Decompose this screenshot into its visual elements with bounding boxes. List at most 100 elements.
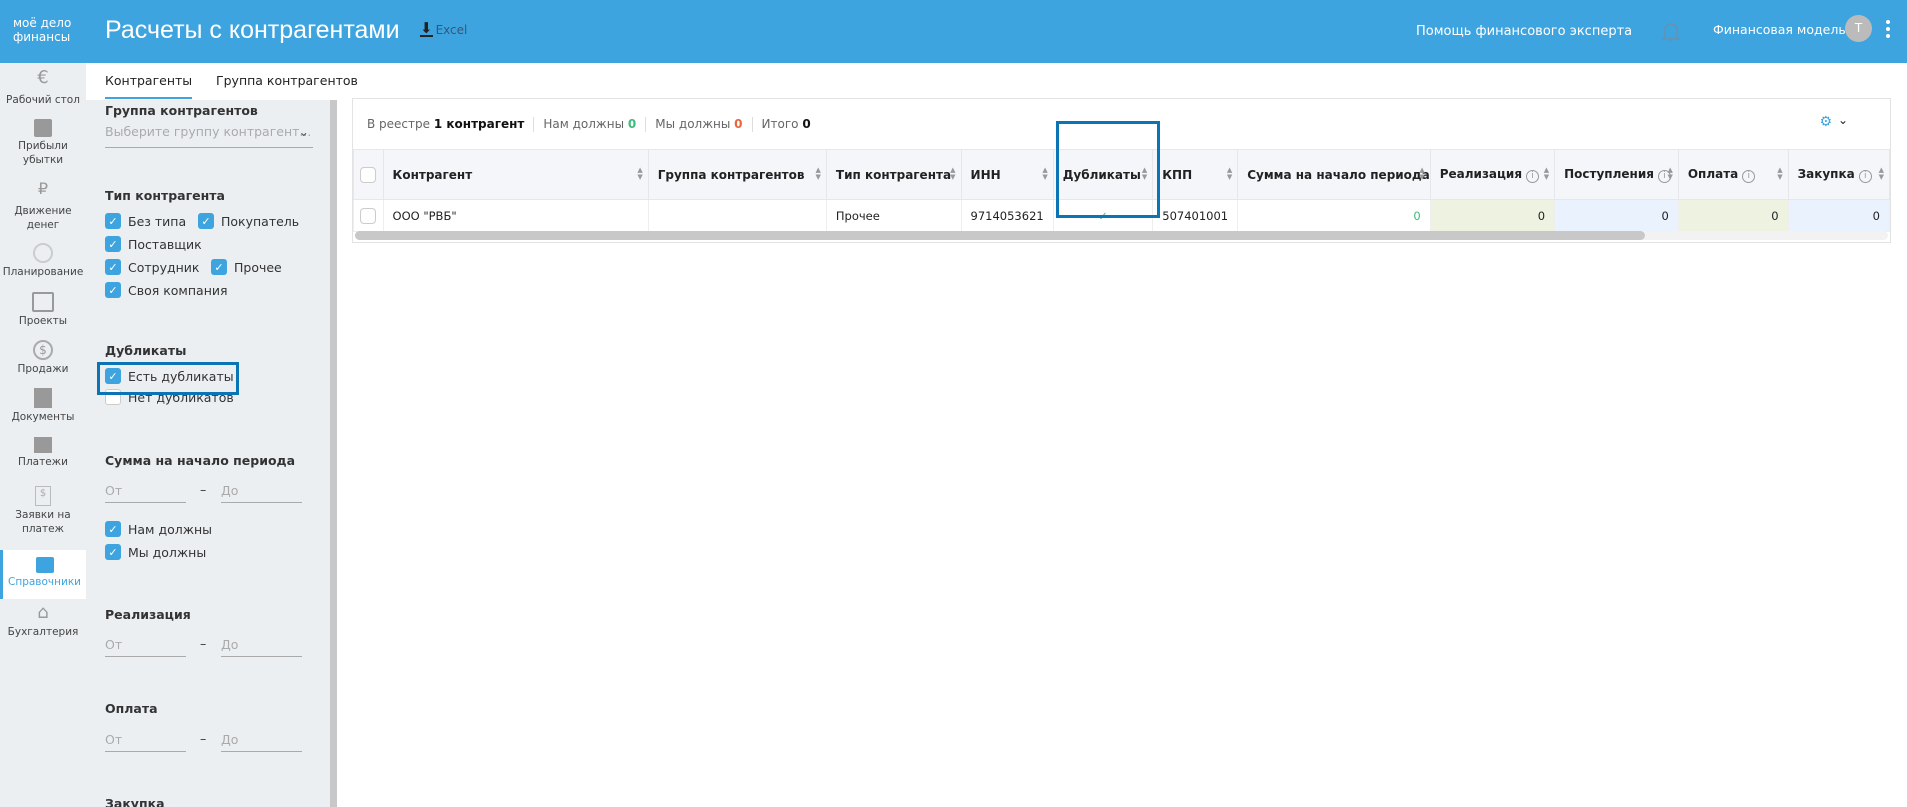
counterparties-table-card: В реестре 1 контрагент Нам должны 0 Мы д… <box>352 98 1891 243</box>
sort-icon: ▲ ▼ <box>1042 166 1048 181</box>
range-dash: – <box>200 731 207 746</box>
payment-to-input[interactable]: До <box>221 732 302 752</box>
we-owe-total: Мы должны 0 <box>655 117 743 131</box>
tab-counterparty-groups[interactable]: Группа контрагентов <box>216 73 358 88</box>
sidebar-item-payments[interactable]: Платежи <box>0 437 86 469</box>
sidebar-item-accounting[interactable]: ⌂ Бухгалтерия <box>0 603 86 639</box>
filter-group-title: Группа контрагентов <box>105 103 258 118</box>
sidebar-item-dashboard[interactable]: € Рабочий стол <box>0 69 86 107</box>
document-icon <box>34 388 52 408</box>
start-sum-from-input[interactable]: От <box>105 483 186 503</box>
filter-type-title: Тип контрагента <box>105 188 225 203</box>
owed-to-us-checkbox[interactable]: ✓ Нам должны <box>105 521 212 537</box>
sidebar-label: Прибыли убытки <box>18 140 68 166</box>
sort-icon: ▲ ▼ <box>950 166 956 181</box>
highlight-box <box>97 362 239 395</box>
row-checkbox[interactable] <box>353 199 384 232</box>
type-no-type-checkbox[interactable]: ✓ Без типа <box>105 213 186 229</box>
info-icon: i <box>1742 169 1756 183</box>
table-horizontal-scrollbar[interactable] <box>355 231 1888 240</box>
sidebar-label: Заявки на платеж <box>15 509 71 535</box>
column-header-group[interactable]: Группа контрагентов ▲ ▼ <box>647 149 827 200</box>
payment-from-input[interactable]: От <box>105 732 186 752</box>
briefcase-icon <box>32 292 54 312</box>
sort-icon: ▲ ▼ <box>1777 166 1783 181</box>
logo[interactable]: моё дело финансы <box>13 16 71 44</box>
column-header-counterparty[interactable]: Контрагент ▲ ▼ <box>382 149 649 200</box>
tab-counterparties[interactable]: Контрагенты <box>105 73 193 99</box>
sidebar-label: Продажи <box>17 363 69 375</box>
gear-icon[interactable]: ⚙ <box>1819 114 1832 130</box>
type-employee-checkbox[interactable]: ✓ Сотрудник <box>105 259 199 275</box>
checkbox-checked-icon: ✓ <box>198 213 214 229</box>
sort-icon: ▲ ▼ <box>637 166 643 181</box>
chevron-down-icon: ⌄ <box>298 124 309 139</box>
sidebar-item-payment-requests[interactable]: $ Заявки на платеж <box>0 486 86 536</box>
we-owe-checkbox[interactable]: ✓ Мы должны <box>105 544 206 560</box>
cell-inn: 9714053621 <box>960 199 1054 232</box>
column-header-sales[interactable]: Реализация i ▲ ▼ <box>1429 149 1556 200</box>
type-other-checkbox[interactable]: ✓ Прочее <box>211 259 282 275</box>
range-dash: – <box>200 482 207 497</box>
range-dash: – <box>200 636 207 651</box>
type-buyer-checkbox[interactable]: ✓ Покупатель <box>198 213 299 229</box>
sidebar-item-projects[interactable]: Проекты <box>0 292 86 328</box>
checkbox-label: Прочее <box>234 259 282 275</box>
filter-duplicates-title: Дубликаты <box>105 343 187 358</box>
checkbox-label: Нам должны <box>128 521 213 537</box>
cell-kpp: 507401001 <box>1152 199 1239 232</box>
filter-sales-title: Реализация <box>105 607 191 622</box>
group-select-placeholder: Выберите группу контрагент... <box>105 124 312 139</box>
column-header-purchase[interactable]: Закупка i ▲ ▼ <box>1787 149 1891 200</box>
filter-purchase-title: Закупка <box>105 796 165 807</box>
chevron-down-icon[interactable]: ⌄ <box>1838 113 1848 127</box>
sidebar-item-directories[interactable]: Справочники <box>0 550 86 599</box>
sidebar-label: Бухгалтерия <box>7 626 79 638</box>
bell-icon[interactable] <box>1660 20 1682 44</box>
invoice-icon: $ <box>35 486 51 506</box>
checkbox-checked-icon: ✓ <box>105 236 121 252</box>
sales-from-input[interactable]: От <box>105 637 186 657</box>
filter-scrollbar[interactable] <box>330 100 337 807</box>
more-menu-icon[interactable] <box>1886 20 1890 41</box>
tabs: Контрагенты Группа контрагентов <box>86 63 1907 100</box>
cell-receipts: 0 <box>1554 199 1679 232</box>
page-title: Расчеты с контрагентами <box>105 16 400 44</box>
column-header-type[interactable]: Тип контрагента ▲ ▼ <box>825 149 962 200</box>
filter-start-sum-title: Сумма на начало периода <box>105 453 296 468</box>
export-excel-button[interactable]: ⬇ Excel <box>420 21 467 37</box>
sidebar-item-cash-flow[interactable]: ₽ Движение денег <box>0 181 86 232</box>
sales-to-input[interactable]: До <box>221 637 302 657</box>
type-own-company-checkbox[interactable]: ✓ Своя компания <box>105 282 228 298</box>
sidebar-item-sales[interactable]: $ Продажи <box>0 340 86 376</box>
cell-start-sum: 0 <box>1237 199 1431 232</box>
column-header-start-sum[interactable]: Сумма на начало периода ▲ ▼ <box>1237 149 1431 200</box>
start-sum-to-input[interactable]: До <box>221 483 302 503</box>
sidebar-item-profit-loss[interactable]: Прибыли убытки <box>0 119 86 167</box>
column-header-receipts[interactable]: Поступления i ▲ ▼ <box>1554 149 1679 200</box>
bar-chart-icon <box>34 119 52 137</box>
wallet-icon <box>34 437 52 453</box>
sort-icon: ▲ ▼ <box>1543 166 1550 181</box>
financial-model-link[interactable]: Финансовая модель <box>1713 22 1846 37</box>
logo-line2: финансы <box>13 30 71 44</box>
avatar[interactable]: Т <box>1845 15 1872 42</box>
column-header-kpp[interactable]: КПП ▲ ▼ <box>1152 149 1239 200</box>
expert-help-link[interactable]: Помощь финансового эксперта <box>1416 24 1632 39</box>
column-header-payment[interactable]: Оплата i ▲ ▼ <box>1677 149 1789 200</box>
cell-group <box>647 199 827 232</box>
cell-counterparty[interactable]: ООО "РВБ" <box>382 199 649 232</box>
sidebar-label: Справочники <box>8 576 81 588</box>
checkbox-label: Мы должны <box>128 544 207 560</box>
sidebar-item-documents[interactable]: Документы <box>0 388 86 424</box>
group-select[interactable]: Выберите группу контрагент... ⌄ <box>105 124 313 148</box>
sidebar: € Рабочий стол Прибыли убытки ₽ Движение д… <box>0 63 86 807</box>
select-all-checkbox[interactable] <box>353 149 384 200</box>
column-header-inn[interactable]: ИНН ▲ ▼ <box>960 149 1054 200</box>
sidebar-item-planning[interactable]: Планирование <box>0 243 86 279</box>
checkbox-checked-icon: ✓ <box>105 544 121 560</box>
summary-bar: В реестре 1 контрагент Нам должны 0 Мы д… <box>367 117 811 132</box>
sidebar-label: Рабочий стол <box>6 94 80 106</box>
type-supplier-checkbox[interactable]: ✓ Поставщик <box>105 236 202 252</box>
checkbox-checked-icon: ✓ <box>105 282 121 298</box>
